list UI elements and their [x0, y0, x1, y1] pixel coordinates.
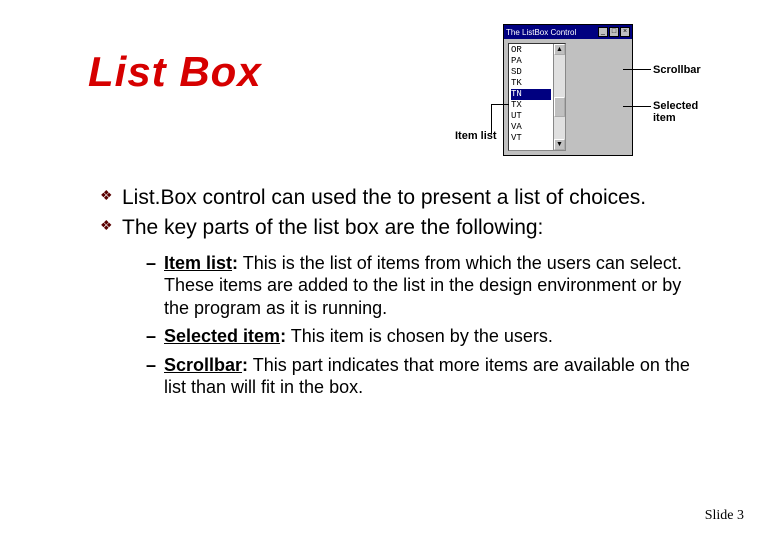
sub-bullet-term: Selected item [164, 326, 280, 346]
sub-bullet-text: This is the list of items from which the… [164, 253, 682, 318]
sub-bullet-term: Item list [164, 253, 232, 273]
scroll-down-icon: ▼ [554, 139, 565, 150]
listbox-illustration: The ListBox Control _ □ × ORPASDTKTNTXUT… [503, 24, 718, 164]
listbox-titlebar: The ListBox Control _ □ × [504, 25, 632, 39]
listbox-list: ORPASDTKTNTXUTVAVT ▲ ▼ [508, 43, 566, 151]
callout-line [623, 69, 651, 70]
list-item: TX [511, 100, 551, 111]
slide-number: Slide 3 [705, 508, 744, 524]
list-item: UT [511, 111, 551, 122]
minimize-icon: _ [598, 27, 608, 37]
callout-scrollbar-label: Scrollbar [653, 64, 701, 76]
close-icon: × [620, 27, 630, 37]
list-item: OR [511, 45, 551, 56]
list-item: TK [511, 78, 551, 89]
sub-bullet: Selected item: This item is chosen by th… [146, 325, 710, 348]
content-body: List.Box control can used the to present… [100, 185, 710, 405]
callout-selected-label: Selected item [653, 100, 718, 124]
callout-line [491, 104, 492, 134]
bullet-level1: List.Box control can used the to present… [100, 185, 710, 211]
slide: List Box The ListBox Control _ □ × ORPAS… [0, 0, 780, 540]
callout-line [623, 106, 651, 107]
list-item: VA [511, 122, 551, 133]
list-item: VT [511, 133, 551, 144]
listbox-scrollbar: ▲ ▼ [553, 44, 565, 150]
scroll-track [554, 55, 565, 139]
page-title: List Box [88, 48, 262, 96]
sub-bullet-list: Item list: This is the list of items fro… [146, 252, 710, 399]
list-item: SD [511, 67, 551, 78]
list-item: TN [511, 89, 551, 100]
maximize-icon: □ [609, 27, 619, 37]
listbox-window: The ListBox Control _ □ × ORPASDTKTNTXUT… [503, 24, 633, 156]
listbox-window-title: The ListBox Control [506, 28, 576, 37]
sub-bullet: Scrollbar: This part indicates that more… [146, 354, 710, 399]
scroll-up-icon: ▲ [554, 44, 565, 55]
scroll-thumb [554, 97, 565, 117]
callout-line [491, 104, 509, 105]
bullet-level1: The key parts of the list box are the fo… [100, 215, 710, 241]
listbox-items: ORPASDTKTNTXUTVAVT [509, 44, 553, 150]
sub-bullet-term: Scrollbar [164, 355, 242, 375]
sub-bullet: Item list: This is the list of items fro… [146, 252, 710, 320]
list-item: PA [511, 56, 551, 67]
sub-bullet-text: This item is chosen by the users. [291, 326, 553, 346]
